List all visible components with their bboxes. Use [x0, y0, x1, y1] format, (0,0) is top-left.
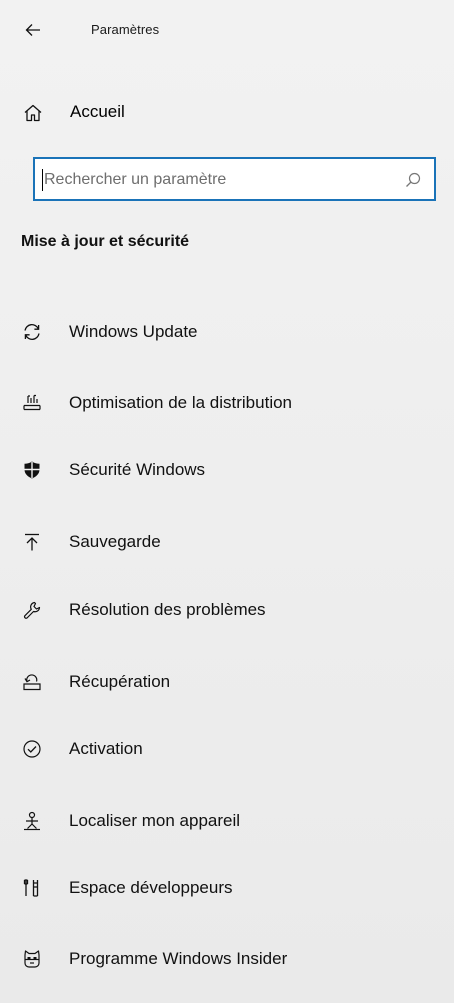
shield-icon [22, 460, 42, 480]
nav-item-label: Résolution des problèmes [69, 600, 266, 619]
nav-item-troubleshoot[interactable]: Résolution des problèmes [0, 587, 454, 633]
wrench-icon [22, 600, 42, 620]
home-icon [23, 103, 43, 123]
window-title: Paramètres [91, 22, 160, 37]
nav-item-label: Optimisation de la distribution [69, 393, 293, 412]
nav-item-recovery[interactable]: Récupération [0, 659, 454, 705]
nav-item-delivery-optimization[interactable]: Optimisation de la distribution [0, 380, 454, 426]
section-title: Mise à jour et sécurité [21, 233, 190, 250]
search-placeholder: Rechercher un paramètre [44, 171, 227, 188]
insider-cat-icon [22, 949, 42, 969]
nav-item-developers[interactable]: Espace développeurs [0, 865, 454, 911]
nav-item-label: Récupération [69, 672, 171, 691]
search-input[interactable]: Rechercher un paramètre [33, 157, 436, 201]
title-bar: Paramètres [0, 0, 454, 62]
search-icon[interactable] [405, 172, 421, 188]
text-caret [42, 169, 43, 191]
nav-item-label: Windows Update [69, 322, 198, 341]
nav-item-find-my-device[interactable]: Localiser mon appareil [0, 798, 454, 844]
nav-item-windows-security[interactable]: Sécurité Windows [0, 447, 454, 493]
nav-item-label: Sauvegarde [69, 532, 161, 551]
check-circle-icon [22, 739, 42, 759]
nav-item-windows-insider[interactable]: Programme Windows Insider [0, 936, 454, 982]
backup-upload-icon [22, 532, 42, 552]
nav-item-activation[interactable]: Activation [0, 726, 454, 772]
nav-item-windows-update[interactable]: Windows Update [0, 309, 454, 355]
nav-home-label: Accueil [70, 102, 125, 121]
nav-home[interactable]: Accueil [0, 92, 454, 132]
nav-item-label: Programme Windows Insider [69, 949, 288, 968]
developer-tools-icon [22, 878, 42, 898]
back-button[interactable] [22, 19, 44, 41]
delivery-optimization-icon [22, 393, 42, 413]
nav-item-label: Activation [69, 739, 143, 758]
back-arrow-icon [25, 24, 40, 36]
find-device-icon [22, 811, 42, 831]
nav-item-label: Localiser mon appareil [69, 811, 241, 830]
nav-item-backup[interactable]: Sauvegarde [0, 519, 454, 565]
recovery-icon [22, 672, 42, 692]
nav-item-label: Sécurité Windows [69, 460, 206, 479]
sync-icon [22, 322, 42, 342]
nav-item-label: Espace développeurs [69, 878, 233, 897]
